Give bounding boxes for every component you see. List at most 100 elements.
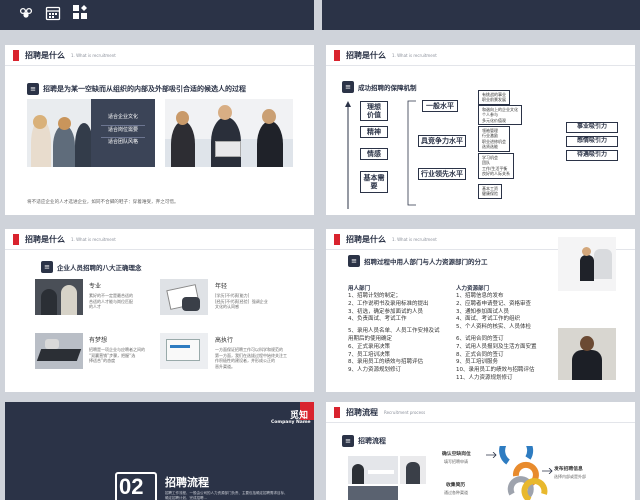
section-heading: ≡ 招聘是为某一空缺而从组织的内部及外部吸引合适的候选人的过程 — [27, 83, 246, 95]
concept-label: 高执行 — [215, 337, 234, 344]
slide-header: 招聘是什么 1. What is recruitment — [5, 45, 314, 65]
step-sub: 选择内部或是外部 — [554, 474, 586, 479]
accent-bar — [334, 233, 340, 245]
duty-item: 2、应聘者申请登记、资格审查 — [456, 300, 532, 307]
slide-subtitle: Recruitment process — [384, 409, 426, 415]
step-title: 收集简历 — [446, 483, 466, 488]
col-title-hr-dept: 人力资源部门 — [456, 286, 490, 292]
slide-eight-concepts[interactable]: 招聘是什么 1. What is recruitment ≡ 企业人员招聘的八大… — [5, 229, 314, 392]
accent-bar — [334, 406, 340, 418]
concept-label: 年轻 — [215, 283, 228, 290]
col-title-employing-dept: 用人部门 — [348, 286, 371, 292]
values-list: 适合企业文化 适合岗位需要 适合团队风格 — [91, 113, 155, 148]
slide-title: 招聘是什么 — [346, 50, 386, 60]
top-strip-left — [0, 0, 314, 30]
list-entry: 职业前景发展 — [482, 97, 506, 103]
slide-subtitle: 1. What is recruitment — [392, 52, 437, 58]
up-arrow-icon — [345, 101, 351, 209]
duty-item: 4、负责面试、考试工作 — [348, 316, 407, 323]
duty-item: 9、人力资源规划修订 — [348, 367, 401, 374]
slide-footer-text: 将不适应企业的人才选进企业，如同不合脚的鞋子：穿着难受，弃之可惜。 — [27, 200, 179, 205]
slide-title: 招聘是什么 — [25, 234, 65, 244]
accent-bar — [13, 233, 19, 245]
concept-label: 专业 — [89, 283, 102, 290]
competitive-level-box: 具竞争力水平 — [418, 135, 466, 147]
slide-section-02[interactable]: 觅知 Company Name 02 招聘流程 招聘工作流程、一般由公司的人力资… — [5, 402, 314, 500]
concept-photo — [160, 279, 208, 315]
brand-subtitle: Company Name — [271, 420, 311, 425]
concept-desc: 招聘是一项企业与应聘者之间的 “双赢营销”步骤，把握“选 择适合”的态度 — [89, 347, 145, 364]
heading-text: 招聘流程 — [358, 437, 386, 445]
heading-text: 成功招聘的保障机制 — [358, 84, 417, 92]
section-desc: 招聘工作流程、一般由公司的人力资源部门负责、主要包括确定招聘需求目标、 确定招聘… — [165, 491, 288, 500]
arrow-right-icon — [486, 452, 497, 458]
level-basic-box: 基本需 要 — [360, 171, 388, 193]
concept-photo — [35, 279, 83, 315]
duty-item: 1、招聘信息的发布 — [456, 293, 504, 299]
calendar-icon[interactable] — [45, 5, 61, 21]
duty-item: 5、录用人员名单、人员工作安排及试 — [348, 328, 440, 335]
duty-item: 7、试用人员报到及生活方面安置 — [456, 343, 537, 350]
accent-bar — [334, 49, 340, 61]
meeting-photo — [348, 486, 398, 500]
list-entry: 良好的人际关系 — [482, 171, 510, 177]
career-attraction-box: 事业吸引力 — [566, 122, 618, 133]
feature-list-5: 基本工资 健康保险 — [478, 184, 502, 199]
section-heading: ≡ 企业人员招聘的八大正确理念 — [41, 261, 142, 273]
people-group-icon[interactable] — [18, 5, 34, 21]
value-item: 适合岗位需要 — [101, 126, 145, 138]
concept-photo — [35, 333, 83, 369]
concept-desc: 一方面保证招聘工作可以科学和规范的 第一方面，我们在选拔过程中始终关注工 作积极… — [215, 347, 287, 369]
hr-dept-list: 1、招聘信息的发布 2、应聘者申请登记、资格审查 3、通知参加面试人员 4、面试、考试… — [456, 293, 537, 383]
section-heading: ≡ 成功招聘的保障机制 — [342, 81, 417, 93]
level-ideal-box: 理想 价值 — [360, 101, 388, 121]
concept-photo — [160, 333, 208, 369]
slide-subtitle: 1. What is recruitment — [392, 236, 437, 242]
grid-icon[interactable] — [72, 4, 88, 20]
list-icon: ≡ — [342, 81, 354, 93]
section-heading: ≡ 招聘流程 — [342, 435, 386, 447]
slide-division-of-labor[interactable]: 招聘是什么 1. What is recruitment ≡ 招聘过程中用人部门… — [326, 229, 635, 392]
slide-subtitle: 1. What is recruitment — [71, 236, 116, 242]
top-strip-right — [322, 0, 640, 30]
values-panel: 适合企业文化 适合岗位需要 适合团队风格 — [91, 99, 155, 167]
duty-item: 用期后的使用确定 — [348, 335, 393, 342]
divider — [5, 65, 314, 66]
duty-item: 6、试用合同的签订 — [456, 335, 504, 342]
concept-desc: [学历]不代表[能力] [经历]不代表[经验] 强调企业 文化的认同感 — [215, 293, 268, 310]
list-icon: ≡ — [342, 435, 354, 447]
slide-what-is-recruitment[interactable]: 招聘是什么 1. What is recruitment ≡ 招聘是为某一空缺而… — [5, 45, 314, 215]
duty-item: 2、工作说明书及录用标准的提出 — [348, 300, 429, 307]
list-entry: 多元化价值观 — [482, 117, 506, 123]
slide-title: 招聘是什么 — [25, 50, 65, 60]
slide-title: 招聘流程 — [346, 407, 378, 417]
step-title: 确认空缺岗位 — [442, 452, 471, 457]
slide-recruitment-process[interactable]: 招聘流程 Recruitment process ≡ 招聘流程 确认空缺岗位 填… — [326, 402, 635, 500]
concept-desc: 素好的不一定是最合适的 合适的人才能与岗位匹配 的人才 — [89, 293, 133, 310]
feature-list-3: 领袖管理 行业激励 职业进修机会 选贤选能 — [478, 126, 510, 152]
section-title: 招聘流程 — [165, 476, 209, 489]
duty-item: 9、员工培训服务 — [456, 359, 498, 366]
level-emotion-box: 情感 — [360, 148, 388, 160]
list-entry: 健康保险 — [482, 191, 498, 197]
section-heading: ≡ 招聘过程中用人部门与人力资源部门的分工 — [348, 255, 488, 267]
slide-title: 招聘是什么 — [346, 234, 386, 244]
team-photo-right — [165, 99, 293, 167]
value-item: 适合企业文化 — [101, 113, 145, 126]
leading-level-box: 行业领先水平 — [418, 168, 466, 180]
employing-dept-list: 1、招聘计划的制定； 2、工作说明书及录用标准的提出 3、初选，确定参加面试的人员 4… — [348, 293, 440, 375]
handshake-photo — [400, 456, 426, 484]
list-icon: ≡ — [41, 261, 53, 273]
brace-graphic — [407, 100, 416, 206]
team-photo-left — [27, 99, 91, 167]
accent-bar — [13, 49, 19, 61]
benefits-attraction-box: 待遇吸引力 — [566, 150, 618, 161]
interview-photo — [348, 456, 398, 484]
slide-header: 招聘是什么 1. What is recruitment — [326, 45, 635, 65]
slide-header: 招聘流程 Recruitment process — [326, 402, 635, 422]
divider — [5, 249, 314, 250]
concept-label: 有梦想 — [89, 337, 108, 344]
slide-guarantee-mechanism[interactable]: 招聘是什么 1. What is recruitment ≡ 成功招聘的保障机制… — [326, 45, 635, 215]
heading-text: 企业人员招聘的八大正确理念 — [57, 264, 142, 272]
level-spirit-box: 精神 — [360, 126, 388, 138]
